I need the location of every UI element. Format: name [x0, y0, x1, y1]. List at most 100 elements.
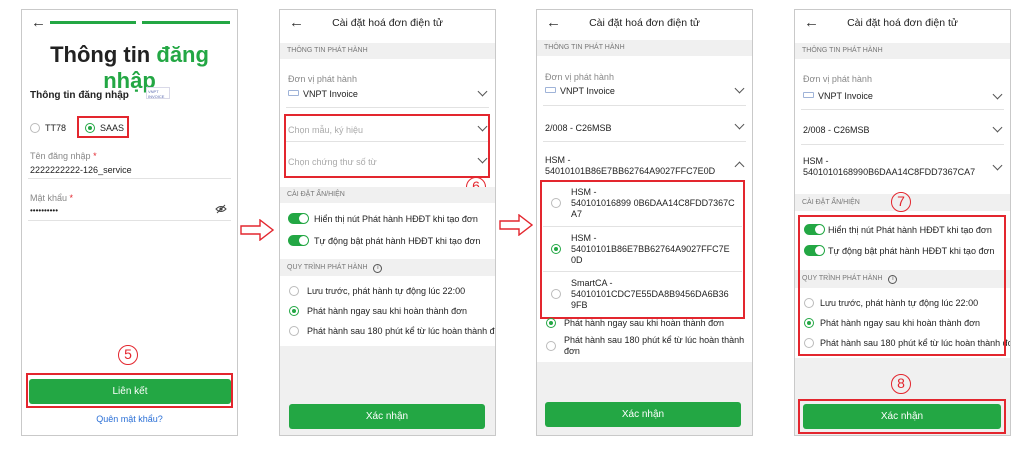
- chevron-down-icon[interactable]: [477, 86, 488, 97]
- radio-save-first[interactable]: [804, 298, 814, 308]
- invoice-settings-filled-screen: ← Cài đặt hoá đơn điện tử THÔNG TIN PHÁT…: [794, 9, 1011, 436]
- toggle-label: Tự động bật phát hành HĐĐT khi tạo đơn: [828, 246, 995, 256]
- radio-saas[interactable]: [85, 123, 95, 133]
- certificate-option[interactable]: SmartCA -54010101CDC7E55DA8B9456DA6B36 9F…: [543, 273, 742, 316]
- radio-label: Phát hành sau 180 phút kể từ lúc hoàn th…: [820, 338, 1011, 348]
- issuer-label: Đơn vị phát hành: [545, 72, 614, 82]
- confirm-button[interactable]: Xác nhận: [545, 402, 741, 427]
- certificate-select[interactable]: HSM - 54010101B86E7BB62764A9027FFC7E0D: [545, 155, 715, 177]
- toggle-label: Tự động bật phát hành HĐĐT khi tạo đơn: [314, 236, 481, 246]
- template-select[interactable]: 2/008 - C26MSB: [545, 123, 612, 133]
- chevron-down-icon[interactable]: [992, 89, 1003, 100]
- section-band: QUY TRÌNH PHÁT HÀNH i: [795, 270, 1010, 288]
- vnpt-logo-icon: [288, 90, 299, 96]
- username-field[interactable]: 2222222222-126_service: [30, 165, 132, 175]
- next-arrow-icon: [499, 214, 533, 236]
- toggle-show-issue-button[interactable]: [288, 213, 309, 224]
- divider: [801, 109, 1004, 110]
- radio-label: Phát hành ngay sau khi hoàn thành đơn: [307, 306, 468, 316]
- forgot-password-link[interactable]: Quên mật khẩu?: [22, 414, 237, 424]
- option-text: HSM -540101016899 0B6DAA14C8FDD7367C A7: [571, 187, 735, 219]
- certificate-dropdown-screen: ← Cài đặt hoá đơn điện tử THÔNG TIN PHÁT…: [536, 9, 753, 436]
- chevron-down-icon[interactable]: [734, 83, 745, 94]
- header: ← Cài đặt hoá đơn điện tử: [537, 10, 752, 36]
- radio-label: Lưu trước, phát hành tự động lúc 22:00: [820, 298, 979, 308]
- toggle-label: Hiển thị nút Phát hành HĐĐT khi tạo đơn: [828, 225, 992, 235]
- chevron-down-icon[interactable]: [477, 121, 488, 132]
- radio-cert[interactable]: [551, 198, 561, 208]
- confirm-button[interactable]: Xác nhận: [289, 404, 485, 429]
- tutorial-stage: ← Thông tin đăng nhập Thông tin đăng nhậ…: [0, 0, 1024, 450]
- link-button[interactable]: Liên kết: [29, 379, 231, 404]
- radio-issue-after-180[interactable]: [546, 341, 556, 351]
- toggle-show-issue-button[interactable]: [804, 224, 825, 235]
- certificate-select[interactable]: Chọn chứng thư số từ: [288, 157, 377, 167]
- chevron-down-icon[interactable]: [734, 119, 745, 130]
- radio-label: Phát hành ngay sau khi hoàn thành đơn: [820, 318, 981, 328]
- radio-label: Phát hành sau 180 phút kể từ lúc hoàn th…: [307, 326, 496, 336]
- section-band: THÔNG TIN PHÁT HÀNH: [280, 43, 495, 59]
- back-arrow-icon[interactable]: ←: [31, 14, 46, 31]
- radio-tt78-label: TT78: [45, 123, 67, 133]
- divider: [286, 141, 489, 142]
- screen-title: Cài đặt hoá đơn điện tử: [332, 17, 443, 29]
- screen-title: Cài đặt hoá đơn điện tử: [847, 17, 958, 29]
- radio-cert-selected[interactable]: [551, 244, 561, 254]
- radio-save-first[interactable]: [289, 286, 299, 296]
- login-screen: ← Thông tin đăng nhập Thông tin đăng nhậ…: [21, 9, 238, 436]
- template-select[interactable]: Chọn mẫu, ký hiệu: [288, 125, 363, 135]
- username-label: Tên đăng nhập *: [30, 151, 97, 161]
- certificate-select[interactable]: HSM - 5401010168990B6DAA14C8FDD7367CA7: [803, 156, 975, 178]
- chevron-down-icon[interactable]: [992, 122, 1003, 133]
- invoice-settings-screen: ← Cài đặt hoá đơn điện tử THÔNG TIN PHÁT…: [279, 9, 496, 436]
- section-band: QUY TRÌNH PHÁT HÀNH i: [280, 259, 495, 276]
- divider: [28, 220, 231, 221]
- info-icon[interactable]: i: [373, 264, 383, 273]
- issuer-select[interactable]: VNPT Invoice: [818, 91, 873, 101]
- step-badge-5: 5: [118, 345, 138, 365]
- chevron-down-icon[interactable]: [992, 160, 1003, 171]
- password-label: Mật khẩu *: [30, 193, 74, 203]
- toggle-auto-issue[interactable]: [288, 235, 309, 246]
- divider: [543, 105, 746, 106]
- radio-label: Phát hành sau 180 phút kể từ lúc hoàn th…: [564, 335, 745, 356]
- radio-issue-now[interactable]: [804, 318, 814, 328]
- vnpt-logo-icon: [803, 92, 814, 98]
- toggle-label: Hiển thị nút Phát hành HĐĐT khi tạo đơn: [314, 214, 478, 224]
- eye-hidden-icon[interactable]: [215, 204, 227, 214]
- option-text: HSM -54010101B86E7BB62764A9027FFC7E 0D: [571, 233, 730, 265]
- page-title: Thông tin đăng nhập: [50, 42, 209, 93]
- chevron-down-icon[interactable]: [477, 153, 488, 164]
- radio-tt78[interactable]: [30, 123, 40, 133]
- header: ← Cài đặt hoá đơn điện tử: [795, 10, 1010, 36]
- password-field[interactable]: ••••••••••: [30, 206, 58, 215]
- template-select[interactable]: 2/008 - C26MSB: [803, 125, 870, 135]
- certificate-options: HSM -540101016899 0B6DAA14C8FDD7367C A7 H…: [543, 183, 742, 316]
- radio-issue-now[interactable]: [546, 318, 556, 328]
- chevron-up-icon[interactable]: [734, 161, 745, 172]
- divider: [801, 144, 1004, 145]
- progress-bar: [50, 21, 230, 24]
- step-badge-7: 7: [891, 192, 911, 212]
- vnpt-logo: VNPT INVOICE: [146, 87, 170, 99]
- issuer-select[interactable]: VNPT Invoice: [303, 89, 358, 99]
- section-band: THÔNG TIN PHÁT HÀNH: [795, 43, 1010, 59]
- section-band: CÀI ĐẶT ẨN/HIỆN: [280, 187, 495, 203]
- certificate-option[interactable]: HSM -540101016899 0B6DAA14C8FDD7367C A7: [543, 183, 742, 227]
- issuer-label: Đơn vị phát hành: [803, 74, 872, 84]
- step-badge-8: 8: [891, 374, 911, 394]
- toggle-auto-issue[interactable]: [804, 245, 825, 256]
- radio-issue-after-180[interactable]: [289, 326, 299, 336]
- divider: [286, 107, 489, 108]
- confirm-button[interactable]: Xác nhận: [803, 404, 1001, 429]
- radio-issue-now[interactable]: [289, 306, 299, 316]
- info-icon[interactable]: i: [888, 275, 898, 284]
- highlight-selects: [284, 114, 490, 178]
- radio-label: Phát hành ngay sau khi hoàn thành đơn: [564, 318, 725, 328]
- section-band: THÔNG TIN PHÁT HÀNH: [537, 40, 752, 56]
- certificate-option[interactable]: HSM -54010101B86E7BB62764A9027FFC7E 0D: [543, 228, 742, 272]
- section-label: Thông tin đăng nhập: [30, 90, 129, 101]
- radio-cert[interactable]: [551, 289, 561, 299]
- radio-issue-after-180[interactable]: [804, 338, 814, 348]
- issuer-select[interactable]: VNPT Invoice: [560, 86, 615, 96]
